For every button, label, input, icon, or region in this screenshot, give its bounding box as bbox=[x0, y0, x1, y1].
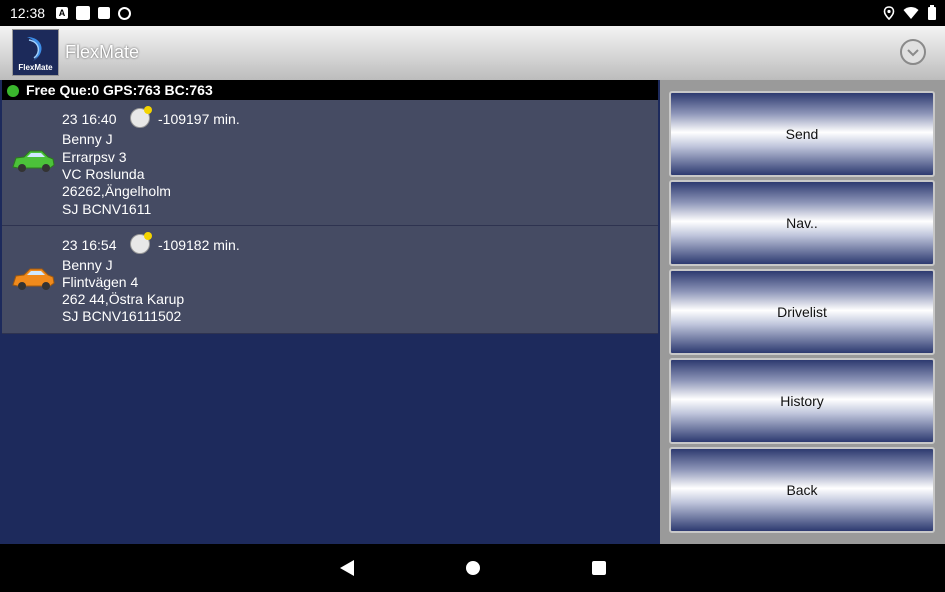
order-customer-name: Benny J bbox=[62, 257, 113, 273]
status-time: 12:38 bbox=[10, 5, 46, 21]
recents-square-icon[interactable] bbox=[592, 561, 606, 575]
drivelist-button[interactable]: Drivelist bbox=[669, 269, 935, 355]
order-street: Errarpsv 3 bbox=[62, 149, 127, 165]
battery-icon bbox=[928, 5, 936, 20]
history-button[interactable]: History bbox=[669, 358, 935, 444]
app-bar: FlexMate FlexMate bbox=[0, 26, 945, 80]
order-list-pane: Free Que:0 GPS:763 BC:763 23 16:40 -1091… bbox=[0, 80, 660, 544]
alarm-clock-icon bbox=[130, 232, 152, 254]
order-item[interactable]: 23 16:40 -109197 min. Benny J Errarpsv 3… bbox=[2, 100, 658, 226]
order-customer-name: Benny J bbox=[62, 131, 113, 147]
logo-text: FlexMate bbox=[18, 63, 53, 72]
home-circle-icon[interactable] bbox=[466, 561, 480, 575]
order-time: 23 16:54 bbox=[62, 237, 117, 253]
swoosh-logo-icon bbox=[27, 37, 42, 61]
queue-status-text: Free Que:0 GPS:763 BC:763 bbox=[26, 82, 213, 98]
back-triangle-icon[interactable] bbox=[340, 560, 354, 576]
order-minutes: -109182 min. bbox=[158, 237, 240, 253]
a-notification-icon: A bbox=[56, 7, 68, 19]
queue-status-bar: Free Que:0 GPS:763 BC:763 bbox=[2, 80, 658, 100]
system-icons bbox=[883, 5, 937, 20]
notification-icons: A bbox=[56, 6, 131, 20]
order-street: Flintvägen 4 bbox=[62, 274, 139, 290]
nav-button[interactable]: Nav.. bbox=[669, 180, 935, 266]
order-postal: 262 44,Östra Karup bbox=[62, 291, 185, 307]
green-car-icon bbox=[12, 150, 55, 172]
status-bar: 12:38 A bbox=[0, 0, 945, 26]
back-button[interactable]: Back bbox=[669, 447, 935, 533]
sd-card-icon bbox=[98, 7, 110, 19]
send-button[interactable]: Send bbox=[669, 91, 935, 177]
alarm-clock-icon bbox=[130, 106, 152, 128]
overflow-menu-button[interactable] bbox=[900, 39, 926, 65]
location-icon bbox=[883, 5, 895, 20]
orange-car-icon bbox=[12, 268, 55, 290]
order-minutes: -109197 min. bbox=[158, 111, 240, 127]
square-notification-icon bbox=[76, 6, 90, 20]
action-panel: Send Nav.. Drivelist History Back bbox=[660, 80, 945, 544]
wifi-icon bbox=[903, 6, 919, 19]
gps-status-icon bbox=[7, 85, 19, 97]
order-item[interactable]: 23 16:54 -109182 min. Benny J Flintvägen… bbox=[2, 226, 658, 334]
order-postal: 26262,Ängelholm bbox=[62, 183, 171, 199]
chevron-down-circle-icon bbox=[907, 49, 919, 57]
order-reference: SJ BCNV1611 bbox=[62, 201, 152, 217]
order-place: VC Roslunda bbox=[62, 166, 145, 182]
order-time: 23 16:40 bbox=[62, 111, 117, 127]
at-sign-icon bbox=[118, 6, 131, 20]
order-reference: SJ BCNV16111502 bbox=[62, 308, 182, 324]
app-title: FlexMate bbox=[65, 42, 140, 62]
system-navigation-bar bbox=[0, 544, 945, 592]
flexmate-logo: FlexMate bbox=[12, 29, 59, 76]
